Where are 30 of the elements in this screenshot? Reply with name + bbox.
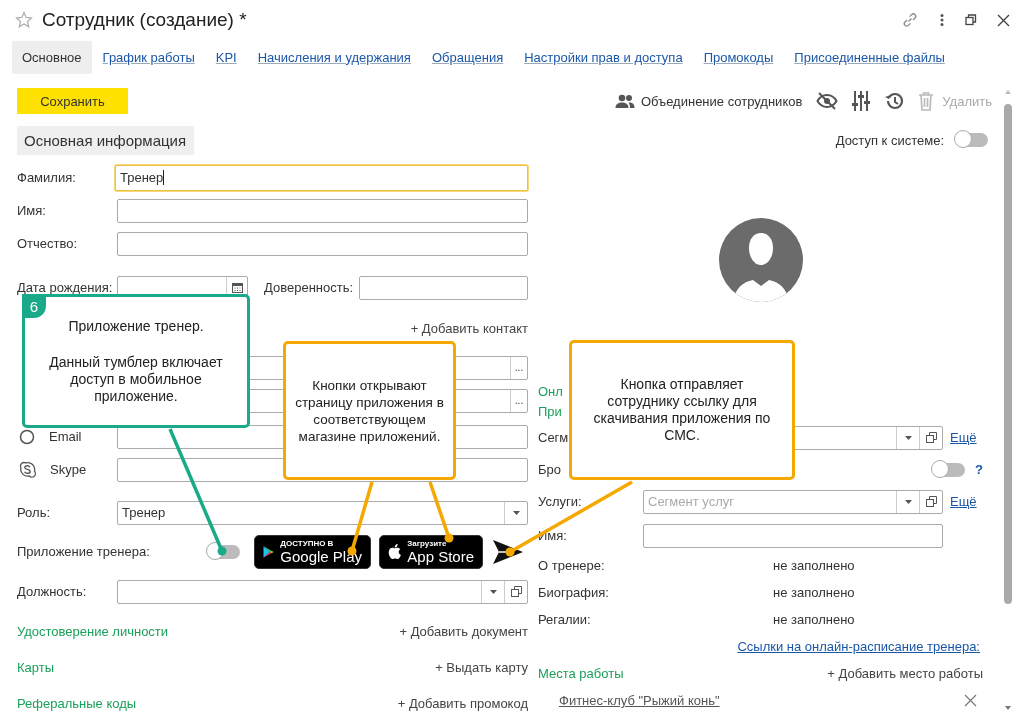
field-label: Сегм xyxy=(538,430,570,445)
field-label: Доверенность: xyxy=(264,280,354,295)
contact-label: Email xyxy=(49,429,82,444)
field-label: Регалии: xyxy=(538,612,592,627)
field-value: не заполнено xyxy=(773,585,855,600)
field-label: Имя: xyxy=(17,203,47,218)
callout-text: Кнопка отправляет сотруднику ссылку для скачивания приложения по СМС. xyxy=(592,376,772,444)
field-label: Доступ к системе: xyxy=(835,132,944,148)
field-label: Роль: xyxy=(17,505,51,520)
field-label: О тренере: xyxy=(538,558,606,573)
callout-text: Данный тумблер включает доступ в мобильное приложение. xyxy=(48,353,224,405)
window-title: Сотрудник (создание) * xyxy=(42,9,247,31)
group-title: Онл xyxy=(538,383,563,399)
group-title: При xyxy=(538,403,562,419)
field-label: Биография: xyxy=(538,585,610,600)
section-title: Основная информация xyxy=(17,125,195,155)
callout-text: Кнопки открывают страницу приложения в соответствующем магазине приложений. xyxy=(294,376,445,445)
callout-text: Приложение тренер. xyxy=(68,317,204,335)
field-label: Отчество: xyxy=(17,236,79,251)
field-value: не заполнено xyxy=(773,558,855,573)
field-label: Фамилия: xyxy=(17,170,77,185)
field-label: Дата рождения: xyxy=(17,280,114,295)
field-label: Приложение тренера: xyxy=(17,544,151,559)
field-value: не заполнено xyxy=(773,612,855,627)
field-label: Бро xyxy=(538,462,562,477)
group-title: Места работы xyxy=(538,666,624,681)
step-badge: 6 xyxy=(22,294,46,318)
field-label: Должность: xyxy=(17,584,88,599)
field-label: Услуги: xyxy=(538,494,583,509)
contact-label: Skype xyxy=(50,462,87,477)
